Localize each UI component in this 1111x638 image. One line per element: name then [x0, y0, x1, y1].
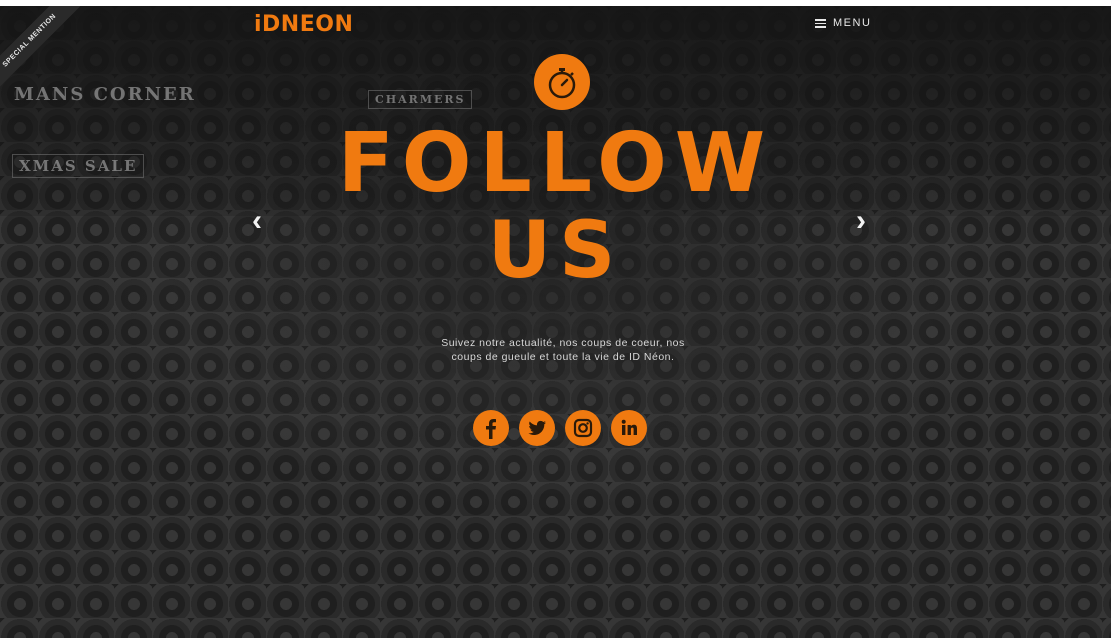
twitter-icon[interactable]: [519, 410, 555, 446]
stopwatch-icon: [534, 54, 590, 110]
linkedin-icon[interactable]: [611, 410, 647, 446]
social-links: [473, 410, 647, 446]
menu-button[interactable]: MENU: [815, 17, 871, 30]
hamburger-icon: [815, 17, 826, 30]
hero-description: Suivez notre actualité, nos coups de coe…: [441, 337, 685, 363]
next-slide-arrow[interactable]: ›: [856, 204, 866, 238]
prev-slide-arrow[interactable]: ‹: [252, 204, 262, 238]
hero-content: FOLLOW US ‹ › Suivez notre actualité, no…: [0, 6, 1111, 638]
hero-title-line-2: US: [487, 206, 624, 296]
instagram-icon[interactable]: [565, 410, 601, 446]
hero-section: MANS CORNER XMAS SALE CHARMERS SPECIAL M…: [0, 6, 1111, 638]
hero-title-line-1: FOLLOW: [337, 116, 774, 211]
site-logo[interactable]: iDNEON: [254, 12, 353, 37]
facebook-icon[interactable]: [473, 410, 509, 446]
menu-label: MENU: [833, 17, 872, 30]
